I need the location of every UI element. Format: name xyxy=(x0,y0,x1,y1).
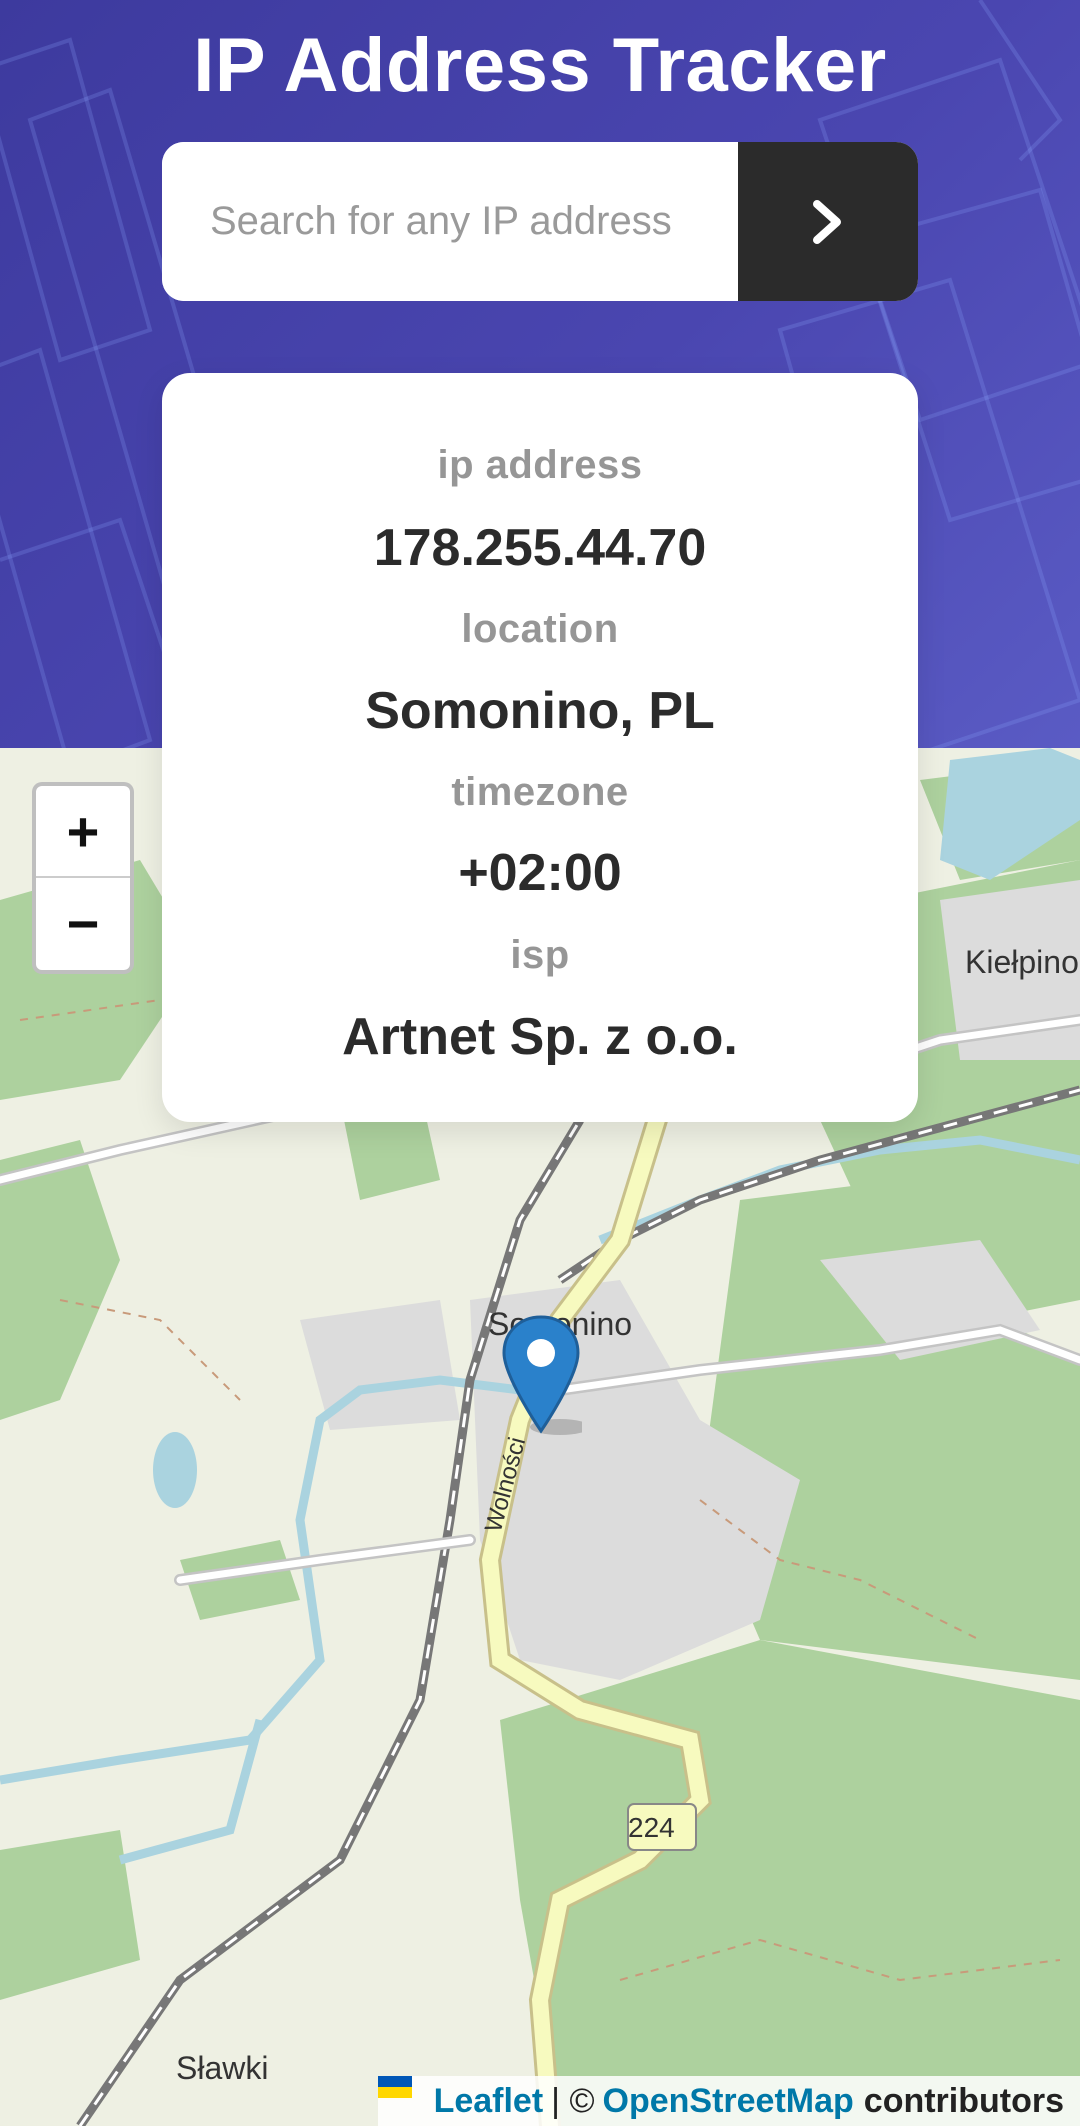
ip-info-card: ip address 178.255.44.70 location Somoni… xyxy=(162,373,918,1122)
zoom-in-button[interactable]: + xyxy=(36,786,130,878)
place-label-kielpino: Kiełpino xyxy=(965,944,1079,980)
search-bar xyxy=(162,142,918,301)
ukraine-flag-icon xyxy=(377,2076,426,2112)
zoom-control: + − xyxy=(32,782,134,974)
ip-address-value: 178.255.44.70 xyxy=(373,519,707,577)
place-label-slawki: Sławki xyxy=(176,2050,269,2086)
attribution-contributors: contributors xyxy=(863,2081,1064,2120)
attribution-separator: | © xyxy=(551,2081,595,2120)
isp-label: isp xyxy=(510,933,570,977)
timezone-label: timezone xyxy=(451,770,629,814)
page-title: IP Address Tracker xyxy=(193,23,887,108)
zoom-out-button[interactable]: − xyxy=(36,878,130,968)
chevron-right-icon xyxy=(813,199,841,244)
ip-address-label: ip address xyxy=(437,443,643,487)
isp-value: Artnet Sp. z o.o. xyxy=(342,1008,738,1066)
road-shield-label: 224 xyxy=(628,1812,675,1843)
location-value: Somonino, PL xyxy=(365,682,715,740)
leaflet-link[interactable]: Leaflet xyxy=(434,2082,544,2121)
search-input[interactable] xyxy=(162,142,738,301)
map-attribution: Leaflet | © OpenStreetMap contributors xyxy=(377,2076,1080,2126)
location-marker-icon[interactable] xyxy=(500,1315,590,1440)
location-label: location xyxy=(461,607,619,651)
openstreetmap-link[interactable]: OpenStreetMap xyxy=(603,2082,854,2121)
timezone-value: +02:00 xyxy=(458,844,622,902)
search-submit-button[interactable] xyxy=(738,142,918,301)
